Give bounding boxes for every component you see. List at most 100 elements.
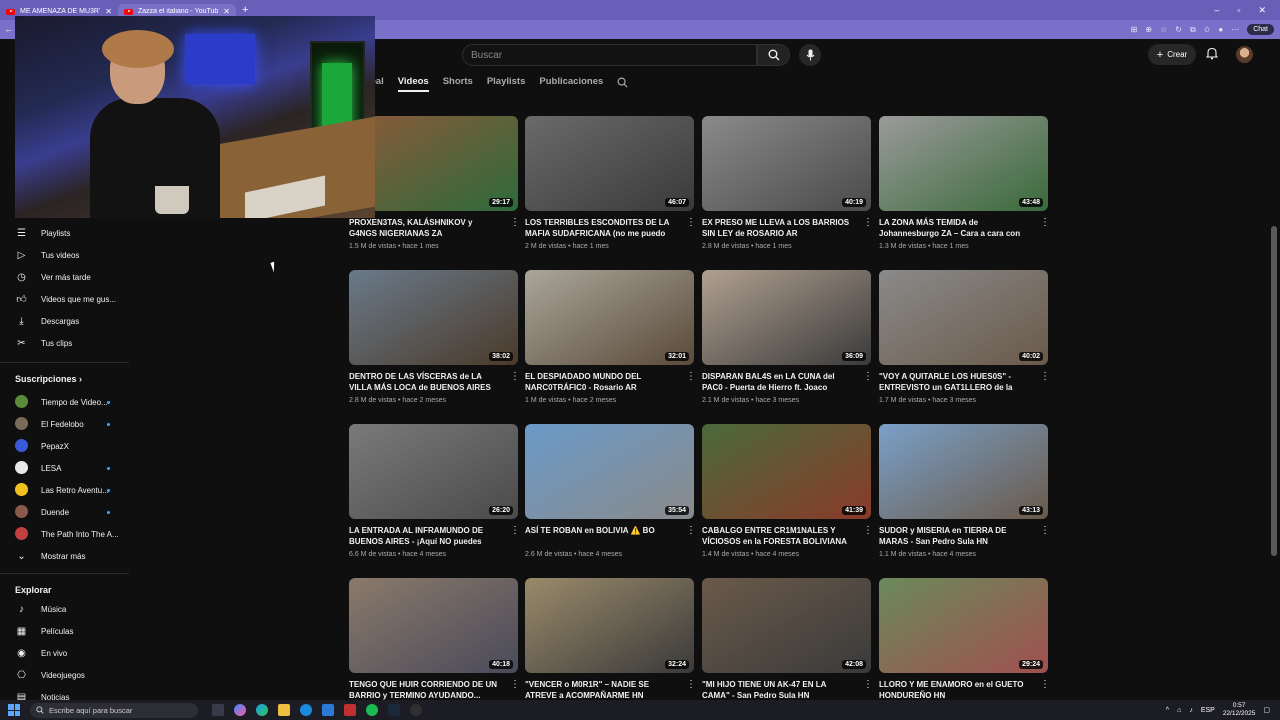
refresh-icon[interactable]: ↻ <box>1175 25 1182 34</box>
video-title[interactable]: "MI HIJO TIENE UN AK-47 EN LA CAMA" - Sa… <box>702 679 852 701</box>
video-title[interactable]: LA ENTRADA AL INFRAMUNDO DE BUENOS AIRES… <box>349 525 499 547</box>
sidebar-item[interactable]: ♪ Música <box>0 600 130 618</box>
copilot-icon[interactable] <box>234 704 246 716</box>
sidebar-item[interactable]: 👍︎ Videos que me gus... <box>0 290 130 308</box>
favorites-icon[interactable]: ✩ <box>1204 25 1211 34</box>
video-thumbnail[interactable]: 35:54 <box>525 424 694 519</box>
video-thumbnail[interactable]: 32:24 <box>525 578 694 673</box>
video-menu-icon[interactable]: ⋮ <box>686 680 696 690</box>
obs-icon[interactable] <box>410 704 422 716</box>
zoom-icon[interactable]: ⊕ <box>1145 25 1152 34</box>
sidebar-item[interactable]: ⌄ Mostrar más <box>0 547 130 565</box>
sidebar-item[interactable]: ▦ Películas <box>0 622 130 640</box>
video-menu-icon[interactable]: ⋮ <box>1040 526 1050 536</box>
subscriptions-header[interactable]: Suscripciones › <box>15 374 82 384</box>
file-explorer-icon[interactable] <box>278 704 290 716</box>
video-title[interactable]: "VENCER o M0R1R" – NADIE SE ATREVE a ACO… <box>525 679 675 701</box>
video-thumbnail[interactable]: 41:39 <box>702 424 871 519</box>
tab-playlists[interactable]: Playlists <box>487 76 526 92</box>
edge-icon[interactable] <box>256 704 268 716</box>
video-menu-icon[interactable]: ⋮ <box>510 372 520 382</box>
video-menu-icon[interactable]: ⋮ <box>686 526 696 536</box>
back-arrow-icon[interactable]: ← <box>4 24 13 34</box>
video-thumbnail[interactable]: 42:08 <box>702 578 871 673</box>
recording-app-icon[interactable] <box>344 704 356 716</box>
video-menu-icon[interactable]: ⋮ <box>863 680 873 690</box>
taskbar-search-input[interactable]: Escribe aquí para buscar <box>30 702 198 718</box>
video-title[interactable]: EX PRESO ME LLEVA a LOS BARRIOS SIN LEY … <box>702 217 852 239</box>
video-thumbnail[interactable]: 43:48 <box>879 116 1048 211</box>
chevron-up-icon[interactable]: ^ <box>1166 707 1169 714</box>
notifications-button[interactable] <box>1205 47 1219 65</box>
video-title[interactable]: TENGO QUE HUIR CORRIENDO DE UN BARRIO y … <box>349 679 499 701</box>
voice-search-button[interactable] <box>799 44 821 66</box>
clock[interactable]: 0:57 22/12/2025 <box>1223 702 1256 718</box>
search-button[interactable] <box>757 44 790 66</box>
sidebar-item[interactable]: Las Retro Aventu... <box>0 481 130 499</box>
video-menu-icon[interactable]: ⋮ <box>863 218 873 228</box>
sidebar-item[interactable]: ▷ Tus videos <box>0 246 130 264</box>
video-menu-icon[interactable]: ⋮ <box>1040 218 1050 228</box>
video-menu-icon[interactable]: ⋮ <box>1040 372 1050 382</box>
account-avatar[interactable] <box>1236 46 1253 63</box>
video-title[interactable]: CABALGO ENTRE CR1M1NALES Y VÍCIOSOS en l… <box>702 525 852 547</box>
sidebar-item[interactable]: LESA <box>0 459 130 477</box>
video-menu-icon[interactable]: ⋮ <box>863 372 873 382</box>
minimize-button[interactable]: – <box>1214 5 1219 16</box>
extensions-icon[interactable]: ⧉ <box>1190 25 1196 35</box>
sidebar-item[interactable]: ✂ Tus clips <box>0 334 130 352</box>
close-window-button[interactable]: ✕ <box>1258 5 1266 16</box>
video-thumbnail[interactable]: 46:07 <box>525 116 694 211</box>
sidebar-item[interactable]: El Fedelobo <box>0 415 130 433</box>
network-icon[interactable]: ⌂ <box>1177 707 1181 714</box>
video-thumbnail[interactable]: 40:19 <box>702 116 871 211</box>
sidebar-item[interactable]: ◷ Ver más tarde <box>0 268 130 286</box>
video-menu-icon[interactable]: ⋮ <box>510 526 520 536</box>
video-title[interactable]: DENTRO DE LAS VÍSCERAS de LA VILLA MÁS L… <box>349 371 499 393</box>
video-title[interactable]: PROXEN3TAS, KALÁSHNIKOV y G4NGS NIGERIAN… <box>349 217 499 239</box>
apps-icon[interactable]: ⊞ <box>1131 25 1138 34</box>
sidebar-item[interactable]: ☰ Playlists <box>0 224 130 242</box>
more-icon[interactable]: ⋯ <box>1231 25 1239 34</box>
tab-shorts[interactable]: Shorts <box>443 76 473 92</box>
spotify-icon[interactable] <box>366 704 378 716</box>
video-thumbnail[interactable]: 32:01 <box>525 270 694 365</box>
outlook-icon[interactable] <box>322 704 334 716</box>
sidebar-item[interactable]: PepazX <box>0 437 130 455</box>
video-menu-icon[interactable]: ⋮ <box>510 680 520 690</box>
sidebar-item[interactable]: The Path Into The A... <box>0 525 130 543</box>
language-indicator[interactable]: ESP <box>1201 707 1215 714</box>
video-title[interactable]: "VOY A QUITARLE LOS HUES0S" - ENTREVISTO… <box>879 371 1029 393</box>
video-title[interactable]: LLORO Y ME ENAMORO en el GUETO HONDUREÑO… <box>879 679 1029 701</box>
video-menu-icon[interactable]: ⋮ <box>863 526 873 536</box>
sidebar-item[interactable]: Duende <box>0 503 130 521</box>
video-menu-icon[interactable]: ⋮ <box>686 218 696 228</box>
sidebar-item[interactable]: ◉ En vivo <box>0 644 130 662</box>
video-title[interactable]: ASÍ TE ROBAN en BOLIVIA ⚠️ BO <box>525 525 675 547</box>
video-thumbnail[interactable]: 26:20 <box>349 424 518 519</box>
video-menu-icon[interactable]: ⋮ <box>510 218 520 228</box>
video-thumbnail[interactable]: 29:24 <box>879 578 1048 673</box>
bookmark-icon[interactable]: ☆ <box>1160 25 1167 34</box>
tab-publicaciones[interactable]: Publicaciones <box>539 76 603 92</box>
video-thumbnail[interactable]: 38:02 <box>349 270 518 365</box>
steam-icon[interactable] <box>388 704 400 716</box>
video-menu-icon[interactable]: ⋮ <box>1040 680 1050 690</box>
task-view-icon[interactable] <box>212 704 224 716</box>
channel-search-icon[interactable] <box>617 77 628 88</box>
video-thumbnail[interactable]: 43:13 <box>879 424 1048 519</box>
video-title[interactable]: DISPARAN BAL4S en LA CUNA del PAC0 - Pue… <box>702 371 852 393</box>
tab-close-icon[interactable]: ✕ <box>223 7 230 16</box>
page-scrollbar[interactable] <box>1271 40 1277 700</box>
video-title[interactable]: EL DESPIADADO MUNDO DEL NARC0TRÁFIC0 - R… <box>525 371 675 393</box>
edge-icon-2[interactable] <box>300 704 312 716</box>
chat-button[interactable]: Chat <box>1247 24 1274 35</box>
notification-center-icon[interactable]: ▢ <box>1263 706 1270 714</box>
video-thumbnail[interactable]: 40:18 <box>349 578 518 673</box>
video-menu-icon[interactable]: ⋮ <box>686 372 696 382</box>
video-thumbnail[interactable]: 36:09 <box>702 270 871 365</box>
video-title[interactable]: LOS TERRIBLES ESCONDITES DE LA MAFIA SUD… <box>525 217 675 239</box>
windows-start-icon[interactable] <box>8 704 20 716</box>
sidebar-item[interactable]: ⎔ Videojuegos <box>0 666 130 684</box>
maximize-button[interactable]: ▫ <box>1237 5 1240 16</box>
